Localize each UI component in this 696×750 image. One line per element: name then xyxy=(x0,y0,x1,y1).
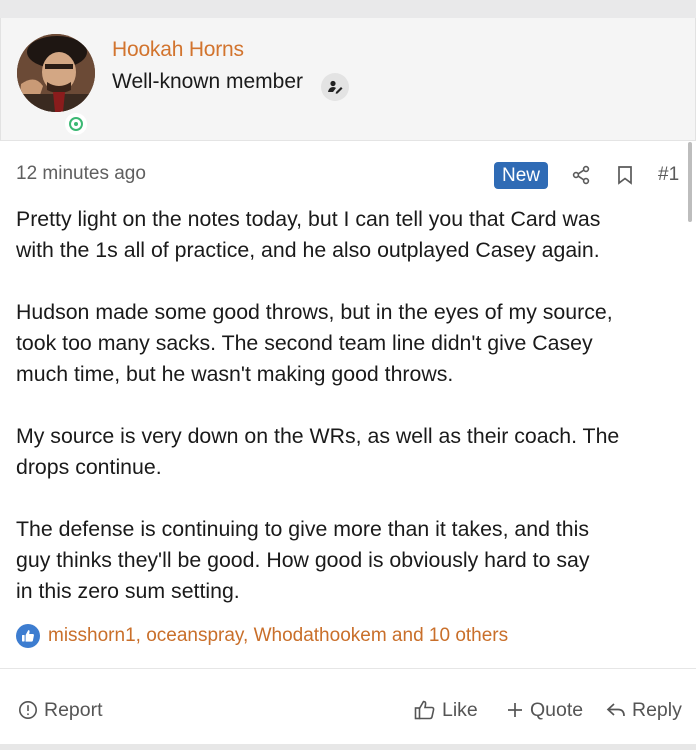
post-paragraph: The defense is continuing to give more t… xyxy=(16,517,590,603)
quote-button[interactable]: Quote xyxy=(506,692,583,728)
quote-label: Quote xyxy=(530,698,584,721)
user-edit-icon xyxy=(321,73,349,101)
reply-label: Reply xyxy=(632,698,682,721)
report-button[interactable]: Report xyxy=(18,692,103,728)
post-actions: Report Like Quote Reply xyxy=(0,692,696,728)
like-label: Like xyxy=(442,698,478,721)
alert-circle-icon xyxy=(19,701,37,719)
online-status-icon xyxy=(65,113,87,135)
reply-button[interactable]: Reply xyxy=(606,692,682,728)
top-strip xyxy=(0,0,696,19)
user-title: Well-known member xyxy=(112,70,303,93)
post-body: Pretty light on the notes today, but I c… xyxy=(16,204,684,638)
plus-icon xyxy=(508,703,522,717)
bottom-edge xyxy=(0,744,696,750)
post-number-link[interactable]: #1 xyxy=(658,164,679,186)
report-label: Report xyxy=(44,698,103,721)
avatar[interactable] xyxy=(17,34,95,112)
post-paragraph: Hudson made some good throws, but in the… xyxy=(16,300,613,386)
user-header: Hookah Horns Well-known member xyxy=(0,18,696,141)
reactions-bar: misshorn1, oceanspray, Whodathookem and … xyxy=(16,622,508,650)
like-button[interactable]: Like xyxy=(414,692,478,728)
share-icon[interactable] xyxy=(570,164,592,186)
footer-divider xyxy=(0,668,696,669)
post-paragraph: Pretty light on the notes today, but I c… xyxy=(16,207,601,262)
thumbs-up-outline-icon xyxy=(414,700,435,720)
post-meta-row: 12 minutes ago New #1 xyxy=(0,158,696,194)
post-paragraph: My source is very down on the WRs, as we… xyxy=(16,424,620,479)
new-badge: New xyxy=(494,162,548,189)
reply-arrow-icon xyxy=(606,703,625,717)
reactions-list-link[interactable]: misshorn1, oceanspray, Whodathookem and … xyxy=(48,625,508,647)
thumbs-up-icon xyxy=(16,624,40,648)
avatar-image xyxy=(17,34,95,112)
post-date-link[interactable]: 12 minutes ago xyxy=(16,163,146,185)
username-link[interactable]: Hookah Horns xyxy=(112,38,244,62)
bookmark-icon[interactable] xyxy=(614,164,636,186)
